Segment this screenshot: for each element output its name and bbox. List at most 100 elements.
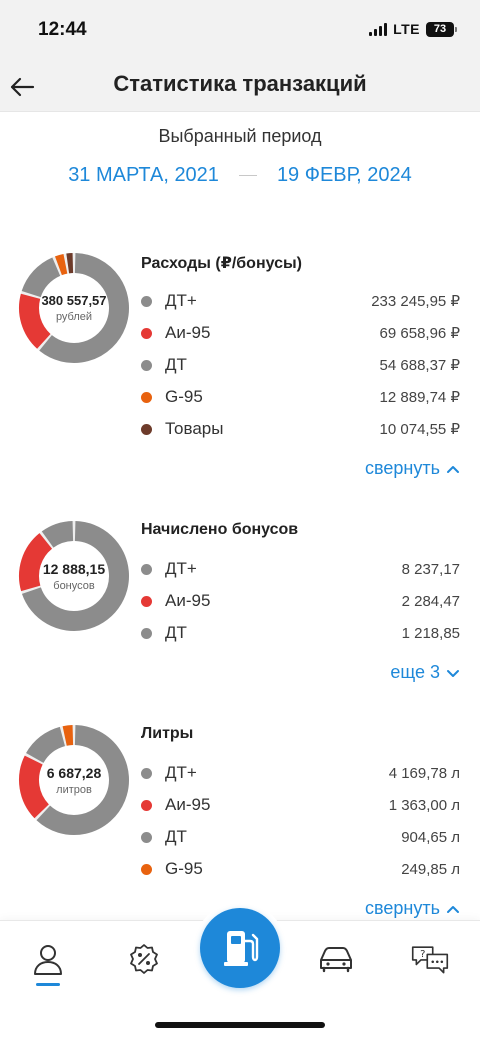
legend-dot	[141, 627, 152, 639]
fuel-pump-icon	[224, 931, 259, 966]
legend-dot	[141, 359, 152, 371]
legend-value: 2 284,47	[401, 592, 460, 610]
legend-dot	[141, 863, 152, 875]
legend-dot	[141, 295, 152, 307]
home-indicator	[155, 1022, 325, 1028]
expenses-unit: рублей	[55, 311, 93, 323]
list-item[interactable]: G-95 249,85 л	[140, 853, 460, 885]
legend-dot	[141, 563, 152, 575]
toggle-label: свернуть	[365, 898, 440, 918]
signal-icon	[369, 22, 388, 36]
legend-dot	[141, 327, 152, 339]
legend-value: 10 074,55 ₽	[379, 421, 460, 438]
liters-unit: литров	[56, 783, 92, 796]
expenses-title: Расходы (₽/бонусы)	[141, 255, 302, 272]
status-bar: 12:44 LTE 73	[0, 0, 480, 60]
page-title: Статистика транзакций	[113, 71, 367, 96]
legend-dot	[141, 799, 152, 811]
legend-value: 904,65 л	[401, 828, 460, 846]
legend-label: G-95	[165, 859, 203, 878]
list-item[interactable]: ДТ+ 4 169,78 л	[140, 757, 460, 789]
legend-dot	[141, 831, 152, 843]
tab-garage[interactable]	[316, 939, 356, 979]
bonuses-total: 12 888,15	[42, 560, 106, 577]
legend-label: ДТ+	[165, 291, 197, 310]
expenses-total: 380 557,57	[41, 293, 107, 308]
legend-value: 4 169,78 л	[388, 764, 460, 782]
chevron-up-icon	[447, 465, 459, 473]
app-header: Статистика транзакций	[0, 60, 480, 112]
legend-value: 8 237,17	[401, 560, 460, 578]
bonuses-section: 12 888,15 бонусов Начислено бонусов ДТ+ …	[0, 508, 480, 698]
expenses-section: 380 557,57 рублей Расходы (₽/бонусы) ДТ+…	[0, 240, 480, 490]
period-label: Выбранный период	[158, 126, 322, 146]
discount-icon	[130, 944, 158, 974]
legend-value: 1 363,00 л	[388, 796, 460, 814]
car-icon	[320, 947, 352, 973]
svg-text:?: ?	[420, 949, 425, 960]
liters-donut-chart: 6 687,28 литров	[18, 724, 130, 836]
chat-support-icon: ?	[411, 946, 449, 974]
liters-donut-center: 6 687,28 литров	[18, 724, 130, 836]
legend-value: 249,85 л	[401, 860, 460, 878]
liters-section: 6 687,28 литров Литры ДТ+ 4 169,78 л Аи-…	[0, 712, 480, 922]
legend-value: 233 245,95 ₽	[371, 293, 460, 310]
period-to-date[interactable]: 19 ФЕВР, 2024	[277, 164, 412, 187]
bonuses-title: Начислено бонусов	[141, 521, 299, 538]
list-item[interactable]: Аи-95 2 284,47	[140, 585, 460, 617]
legend-value: 69 658,96 ₽	[379, 325, 460, 342]
bonuses-more-button[interactable]: еще 3	[390, 662, 460, 683]
chevron-up-icon	[447, 905, 459, 913]
legend-label: G-95	[165, 387, 203, 406]
legend-value: 54 688,37 ₽	[379, 357, 460, 374]
legend-label: ДТ+	[165, 763, 197, 782]
bonuses-donut-center: 12 888,15 бонусов	[18, 520, 130, 632]
bonuses-unit: бонусов	[53, 579, 95, 592]
toggle-label: еще 3	[390, 662, 440, 682]
expenses-donut-chart: 380 557,57 рублей	[18, 252, 130, 364]
legend-label: ДТ	[165, 355, 187, 374]
network-type: LTE	[393, 21, 420, 37]
period-from-date[interactable]: 31 МАРТА, 2021	[68, 164, 219, 187]
tab-profile[interactable]	[28, 939, 68, 979]
tab-support[interactable]: ?	[410, 939, 450, 979]
tab-discounts[interactable]	[124, 939, 164, 979]
list-item[interactable]: ДТ 1 218,85	[140, 617, 460, 649]
status-indicators: LTE 73	[369, 21, 457, 37]
bonuses-donut-chart: 12 888,15 бонусов	[18, 520, 130, 632]
list-item[interactable]: Аи-95 69 658,96 ₽	[140, 317, 460, 349]
legend-dot	[141, 391, 152, 403]
liters-title: Литры	[141, 725, 194, 742]
liters-collapse-button[interactable]: свернуть	[365, 898, 460, 919]
list-item[interactable]: Товары 10 074,55 ₽	[140, 413, 460, 445]
liters-total: 6 687,28	[46, 764, 102, 781]
legend-label: Аи-95	[165, 591, 211, 610]
legend-label: ДТ	[165, 623, 187, 642]
legend-label: Товары	[165, 419, 224, 438]
period-selector: 31 МАРТА, 2021 19 ФЕВР, 2024	[0, 164, 480, 187]
battery-icon: 73	[426, 21, 457, 37]
legend-label: ДТ	[165, 827, 187, 846]
legend-value: 1 218,85	[401, 624, 460, 642]
expenses-donut-center: 380 557,57 рублей	[18, 252, 130, 364]
legend-label: ДТ+	[165, 559, 197, 578]
status-time: 12:44	[38, 19, 87, 40]
toggle-label: свернуть	[365, 458, 440, 478]
legend-label: Аи-95	[165, 795, 211, 814]
legend-dot	[141, 767, 152, 779]
legend-label: Аи-95	[165, 323, 211, 342]
list-item[interactable]: ДТ+ 233 245,95 ₽	[140, 285, 460, 317]
list-item[interactable]: Аи-95 1 363,00 л	[140, 789, 460, 821]
legend-dot	[141, 423, 152, 435]
list-item[interactable]: ДТ 54 688,37 ₽	[140, 349, 460, 381]
legend-dot	[141, 595, 152, 607]
list-item[interactable]: ДТ+ 8 237,17	[140, 553, 460, 585]
expenses-collapse-button[interactable]: свернуть	[365, 458, 460, 479]
list-item[interactable]: G-95 12 889,74 ₽	[140, 381, 460, 413]
profile-icon	[34, 945, 62, 975]
list-item[interactable]: ДТ 904,65 л	[140, 821, 460, 853]
period-separator	[238, 175, 257, 176]
active-tab-indicator	[36, 983, 60, 986]
fuel-pump-button[interactable]	[200, 908, 280, 988]
chevron-down-icon	[447, 669, 459, 677]
